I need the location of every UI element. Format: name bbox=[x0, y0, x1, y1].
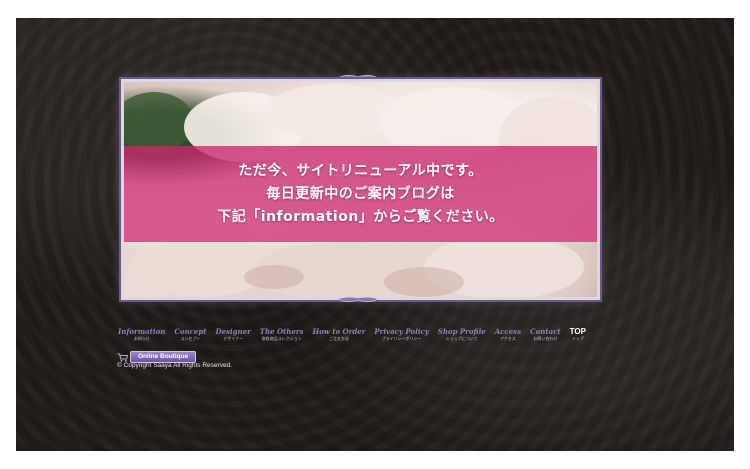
nav-information[interactable]: Information お知らせ bbox=[118, 327, 165, 342]
hero-image-frame: ただ今、サイトリニューアル中です。 毎日更新中のご案内ブログは 下記「infor… bbox=[121, 79, 600, 300]
nav-sublabel: アクセス bbox=[499, 336, 516, 341]
frame-ornament-bottom bbox=[337, 296, 379, 303]
nav-sublabel: ショップについて bbox=[445, 336, 478, 341]
nav-label: TOP bbox=[569, 327, 586, 336]
nav-privacy-policy[interactable]: Privacy Policy プライバシーポリシー bbox=[374, 327, 428, 342]
cart-icon bbox=[117, 353, 128, 362]
nav-label: Information bbox=[118, 327, 166, 336]
nav-access[interactable]: Access アクセス bbox=[495, 327, 521, 342]
nav-label: How to Order bbox=[312, 327, 366, 336]
nav-sublabel: お問い合わせ bbox=[533, 336, 558, 341]
nav-designer[interactable]: Designer デザイナー bbox=[216, 327, 251, 342]
nav-sublabel: ご注文方法 bbox=[328, 336, 349, 341]
nav-the-others[interactable]: The Others 取扱商品コレクション bbox=[260, 327, 304, 342]
nav-label: Concept bbox=[174, 327, 207, 336]
nav-sublabel: お知らせ bbox=[133, 336, 150, 341]
nav-label: The Others bbox=[259, 327, 304, 336]
nav-sublabel: 取扱商品コレクション bbox=[261, 336, 302, 341]
notice-line-2: 毎日更新中のご案内ブログは bbox=[266, 185, 455, 202]
nav-sublabel: デザイナー bbox=[223, 336, 244, 341]
nav-sublabel: プライバシーポリシー bbox=[381, 336, 422, 341]
copyright-text: © Copyright Saaya All Rights Reserved. bbox=[117, 362, 232, 369]
nav-contact[interactable]: Contact お問い合わせ bbox=[530, 327, 561, 342]
nav-label: Access bbox=[494, 327, 522, 336]
nav-label: Shop Profile bbox=[437, 327, 486, 336]
nav-top[interactable]: TOP トップ bbox=[570, 327, 586, 342]
nav-concept[interactable]: Concept コンセプト bbox=[174, 327, 206, 342]
nav-shop-profile[interactable]: Shop Profile ショップについて bbox=[438, 327, 486, 342]
nav-how-to-order[interactable]: How to Order ご注文方法 bbox=[312, 327, 365, 342]
footer-navigation: Information お知らせ Concept コンセプト Designer … bbox=[118, 327, 595, 342]
nav-sublabel: トップ bbox=[571, 336, 584, 341]
nav-sublabel: コンセプト bbox=[180, 336, 201, 341]
notice-line-1: ただ今、サイトリニューアル中です。 bbox=[238, 162, 483, 179]
nav-label: Contact bbox=[530, 327, 561, 336]
nav-label: Privacy Policy bbox=[374, 327, 429, 336]
renewal-notice-banner: ただ今、サイトリニューアル中です。 毎日更新中のご案内ブログは 下記「infor… bbox=[124, 146, 597, 242]
nav-label: Designer bbox=[215, 327, 251, 336]
notice-line-3: 下記「information」からご覧ください。 bbox=[217, 208, 504, 225]
